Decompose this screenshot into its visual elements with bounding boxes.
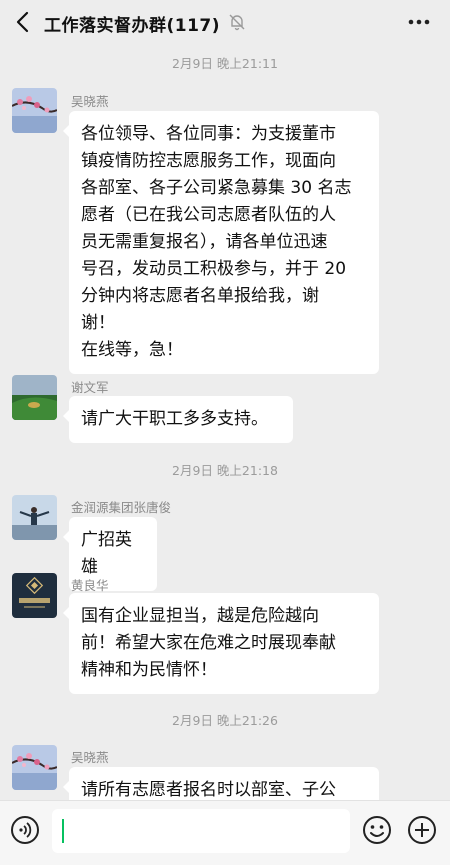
chat-title: 工作落实督办群(117) [44, 16, 221, 36]
message-bubble[interactable]: 各位领导、各位同事：为支援董市 镇疫情防控志愿服务工作，现面向 各部室、各子公司… [63, 111, 379, 374]
voice-icon[interactable] [10, 815, 40, 845]
avatar[interactable] [12, 88, 57, 133]
text-caret [62, 819, 64, 843]
more-dots-icon[interactable] [406, 12, 432, 32]
avatar[interactable] [12, 745, 57, 790]
message-input[interactable] [52, 809, 350, 853]
sender-name: 金润源集团张唐俊 [71, 500, 172, 515]
timestamp: 2月9日 晚上21:26 [172, 713, 278, 728]
input-bar [0, 800, 450, 865]
sender-name: 黄良华 [71, 578, 109, 593]
sender-name: 吴晓燕 [71, 94, 109, 109]
avatar[interactable] [12, 573, 57, 618]
plus-icon[interactable] [407, 815, 437, 845]
message-bubble[interactable]: 请广大干职工多多支持。 [63, 396, 293, 443]
message-bubble[interactable]: 国有企业显担当，越是危险越向 前！希望大家在危难之时展现奉献 精神和为民情怀！ [63, 593, 379, 694]
avatar[interactable] [12, 495, 57, 540]
chevron-left-icon[interactable] [12, 10, 36, 34]
timestamp: 2月9日 晚上21:18 [172, 463, 278, 478]
sender-name: 谢文军 [71, 380, 109, 395]
avatar[interactable] [12, 375, 57, 420]
chat-header: 工作落实督办群(117) [0, 0, 450, 46]
bell-muted-icon [229, 14, 245, 31]
emoji-icon[interactable] [362, 815, 392, 845]
sender-name: 吴晓燕 [71, 750, 109, 765]
timestamp: 2月9日 晚上21:11 [172, 56, 278, 71]
